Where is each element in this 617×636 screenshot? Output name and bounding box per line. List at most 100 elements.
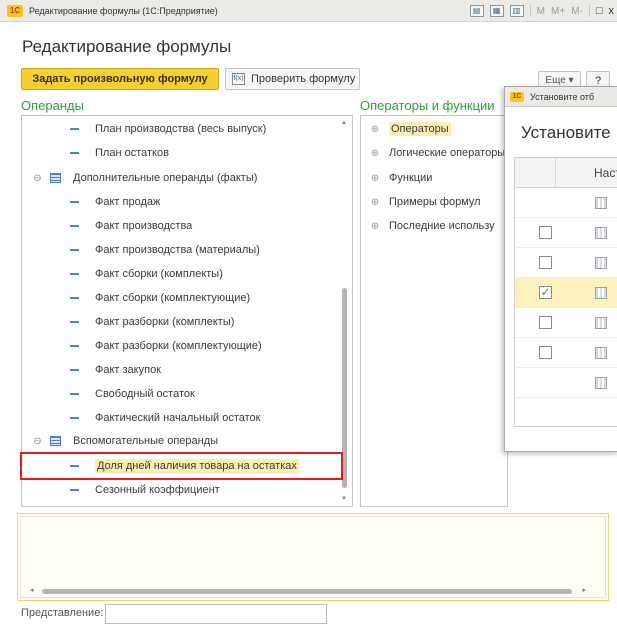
operand-icon: [70, 273, 79, 275]
formula-icon: f(x): [232, 73, 245, 85]
tree-group[interactable]: ⊖ Дополнительные операнды (факты): [22, 166, 257, 190]
operands-label: Операнды: [21, 98, 84, 113]
selection-highlight-box: [20, 452, 343, 480]
calendar-icon[interactable]: ▥: [509, 5, 524, 17]
save-icon[interactable]: ▤: [469, 5, 484, 17]
column-header-settings[interactable]: Наст: [594, 166, 617, 180]
row-checkbox[interactable]: [539, 256, 552, 269]
filter-dialog-title: Установите отб: [530, 91, 595, 102]
collapse-icon[interactable]: ⊖: [32, 173, 43, 184]
filter-icon: [595, 257, 607, 269]
check-formula-button[interactable]: f(x) Проверить формулу: [225, 68, 360, 90]
filter-dialog-heading: Установите: [521, 123, 611, 142]
toolbar-separator: [588, 5, 590, 17]
memory-m-plus-button[interactable]: M+: [551, 6, 565, 17]
scroll-left-icon[interactable]: ◂: [30, 586, 34, 594]
expand-icon[interactable]: ⊕: [370, 197, 380, 208]
1c-logo-icon: 1С: [7, 4, 23, 17]
row-checkbox[interactable]: [539, 346, 552, 359]
tree-item[interactable]: Факт закупок: [22, 358, 161, 382]
tree-item[interactable]: Факт продаж: [22, 190, 160, 214]
expand-icon[interactable]: ⊕: [370, 148, 380, 159]
tree-item-label: Функции: [389, 172, 433, 184]
tree-item-label: Последние использу: [389, 220, 495, 232]
operand-icon: [70, 369, 79, 371]
calculator-icon[interactable]: ▦: [489, 5, 504, 17]
filter-icon: [595, 227, 607, 239]
tree-item[interactable]: Свободный остаток: [22, 382, 195, 406]
tree-item[interactable]: План производства (весь выпуск): [22, 117, 266, 141]
column-divider: [555, 158, 556, 188]
row-checkbox[interactable]: [539, 226, 552, 239]
filter-settings-table[interactable]: Наст ✓: [514, 157, 617, 427]
tree-item[interactable]: ⊕ Последние использу: [361, 214, 495, 238]
tree-item[interactable]: Сезонный коэффициент: [22, 478, 220, 502]
table-row[interactable]: [515, 248, 617, 278]
operators-label: Операторы и функции: [360, 98, 495, 113]
scroll-up-icon[interactable]: ▲: [341, 120, 347, 126]
table-row[interactable]: [515, 338, 617, 368]
filter-icon: [595, 347, 607, 359]
tree-item-label: Факт производства: [95, 220, 193, 232]
expand-icon[interactable]: ⊕: [370, 173, 380, 184]
tree-item-label: Свободный остаток: [95, 388, 195, 400]
tree-item-label: План остатков: [95, 147, 169, 159]
filter-group-icon: [595, 197, 607, 209]
tree-item[interactable]: ⊕ Операторы: [361, 117, 451, 141]
collapse-icon[interactable]: ⊖: [32, 436, 43, 447]
tree-group[interactable]: ⊖ Вспомогательные операнды: [22, 429, 218, 453]
tree-item-label: Операторы: [389, 122, 451, 136]
formula-text-area[interactable]: [20, 516, 606, 598]
tree-item[interactable]: Факт производства (материалы): [22, 238, 260, 262]
tree-item[interactable]: ⊕ Примеры формул: [361, 190, 481, 214]
table-row[interactable]: [515, 308, 617, 338]
representation-input[interactable]: [105, 604, 327, 624]
expand-icon[interactable]: ⊕: [370, 221, 380, 232]
tree-item-label: Факт сборки (комплектующие): [95, 292, 251, 304]
operand-icon: [70, 249, 79, 251]
memory-m-minus-button[interactable]: M-: [571, 6, 583, 17]
editor-horizontal-scrollbar[interactable]: ◂ ▸: [30, 586, 586, 595]
1c-logo-icon: 1С: [510, 91, 524, 102]
tree-item[interactable]: Факт сборки (комплектующие): [22, 286, 250, 310]
operand-icon: [70, 489, 79, 491]
filter-dialog[interactable]: 1С Установите отб Установите Наст ✓: [504, 86, 617, 452]
operands-scrollbar[interactable]: ▲ ▼: [340, 118, 349, 504]
operand-icon: [70, 128, 79, 130]
filter-icon: [595, 287, 607, 299]
row-checkbox-checked[interactable]: ✓: [539, 286, 552, 299]
scroll-down-icon[interactable]: ▼: [341, 496, 347, 502]
table-row[interactable]: [515, 188, 617, 218]
tree-item[interactable]: Факт разборки (комплектующие): [22, 334, 262, 358]
tree-item[interactable]: Факт разборки (комплекты): [22, 310, 234, 334]
tree-item-label: Факт закупок: [95, 364, 161, 376]
row-checkbox[interactable]: [539, 316, 552, 329]
tree-item[interactable]: План остатков: [22, 141, 169, 165]
tree-item[interactable]: ⊕ Функции: [361, 166, 433, 190]
tree-item-label: Примеры формул: [389, 196, 481, 208]
memory-m-button[interactable]: M: [537, 6, 545, 17]
table-row-selected[interactable]: ✓: [515, 278, 617, 308]
formula-editor[interactable]: [17, 513, 609, 601]
tree-item[interactable]: Фактический начальный остаток: [22, 406, 261, 430]
scroll-right-icon[interactable]: ▸: [582, 586, 586, 594]
operand-icon: [70, 393, 79, 395]
tree-item[interactable]: ⊕ Логические операторы: [361, 141, 505, 165]
restore-window-icon[interactable]: □: [596, 5, 603, 17]
expand-icon[interactable]: ⊕: [370, 124, 380, 135]
operands-tree[interactable]: План производства (весь выпуск) План ост…: [21, 115, 353, 507]
representation-label: Представление:: [21, 607, 104, 619]
check-formula-label: Проверить формулу: [251, 73, 356, 85]
window-titlebar: 1С Редактирование формулы (1С:Предприяти…: [0, 0, 617, 22]
tree-group-label: Вспомогательные операнды: [73, 435, 219, 447]
operators-tree[interactable]: ⊕ Операторы ⊕ Логические операторы ⊕ Фун…: [360, 115, 508, 507]
scrollbar-thumb[interactable]: [42, 589, 572, 594]
tree-item[interactable]: Факт сборки (комплекты): [22, 262, 223, 286]
window-controls: ▤ ▦ ▥ M M+ M- □ x: [467, 0, 617, 22]
tree-item[interactable]: Факт производства: [22, 214, 192, 238]
close-icon[interactable]: x: [609, 5, 615, 17]
operand-icon: [70, 297, 79, 299]
table-row[interactable]: [515, 218, 617, 248]
table-row[interactable]: [515, 368, 617, 398]
set-custom-formula-button[interactable]: Задать произвольную формулу: [21, 68, 219, 90]
